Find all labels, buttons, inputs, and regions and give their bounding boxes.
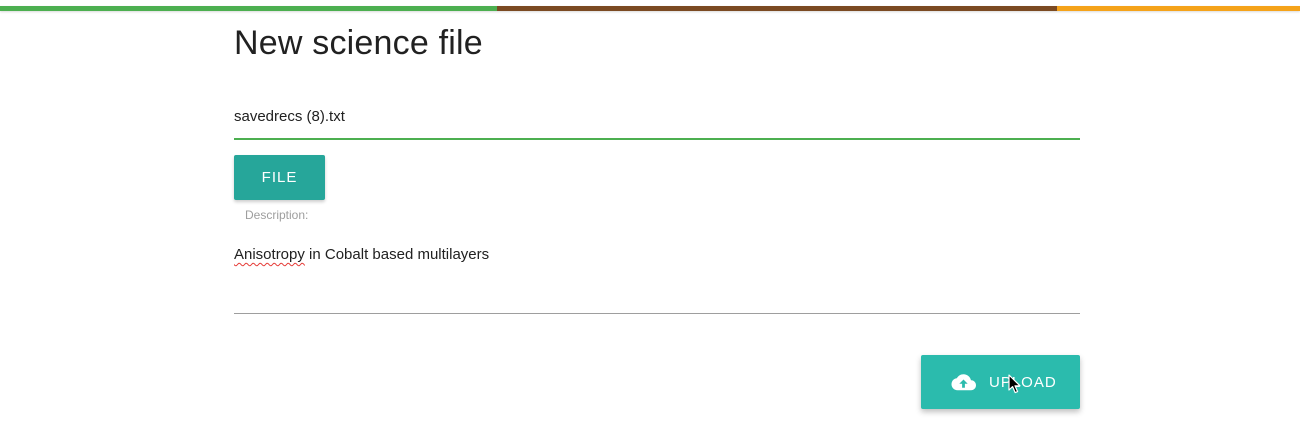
top-bar-segment-brown	[497, 6, 1057, 11]
description-text: Anisotropy in Cobalt based multilayers	[234, 246, 489, 263]
cloud-upload-icon	[950, 372, 976, 392]
page-title: New science file	[234, 24, 483, 62]
file-select-button[interactable]: FILE	[234, 155, 325, 200]
upload-button[interactable]: UPLOAD	[921, 355, 1080, 409]
upload-button-label: UPLOAD	[989, 374, 1057, 391]
description-textarea[interactable]: Anisotropy in Cobalt based multilayers	[234, 236, 1080, 314]
description-misspelled-word: Anisotropy	[234, 246, 305, 263]
top-color-bar	[0, 6, 1300, 11]
top-bar-segment-green	[0, 6, 497, 11]
file-path-field[interactable]: savedrecs (8).txt	[234, 96, 1080, 140]
description-text-rest: in Cobalt based multilayers	[304, 246, 490, 263]
description-label: Description:	[245, 208, 309, 222]
file-path-value: savedrecs (8).txt	[234, 108, 345, 125]
top-bar-segment-orange	[1057, 6, 1300, 11]
